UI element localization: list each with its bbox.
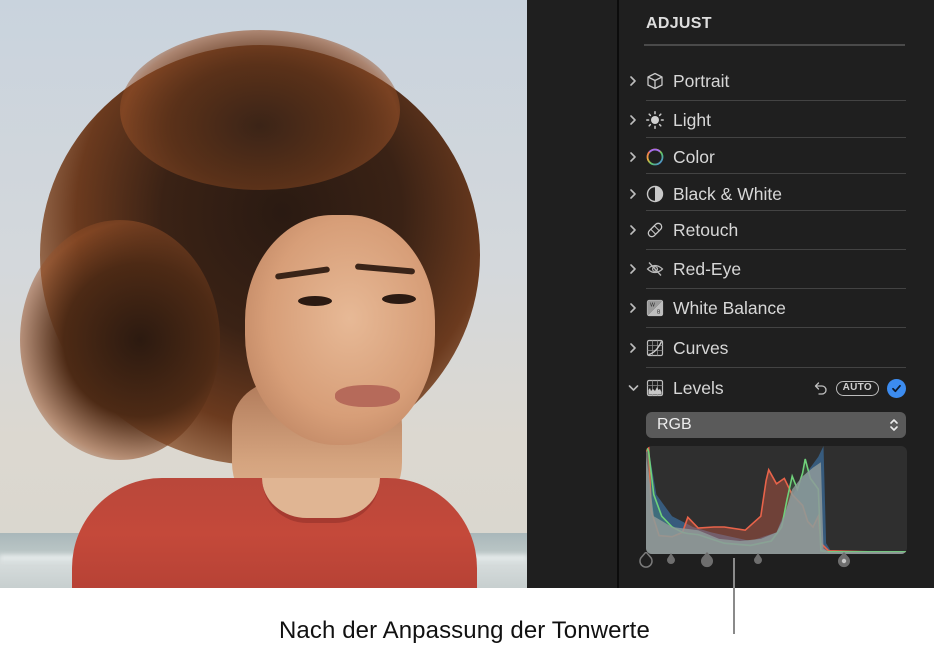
photo-lips (335, 385, 400, 407)
adjust-item-label: Levels (673, 377, 724, 398)
row-separator (646, 288, 906, 289)
white-balance-icon: W B (646, 299, 664, 317)
adjust-title-rule (644, 44, 905, 46)
levels-handle-white-point[interactable] (837, 552, 851, 568)
sun-icon (646, 111, 664, 129)
caption: Nach der Anpassung der Tonwerte (279, 617, 650, 644)
photo-hair-left (20, 220, 220, 460)
levels-handles (639, 552, 909, 572)
photo-canvas[interactable] (0, 0, 527, 588)
screenshot: ADJUST Portrait Light Color Black & Whit… (0, 0, 934, 588)
levels-handle-shadows[interactable] (666, 553, 676, 565)
curves-icon (646, 339, 664, 357)
row-separator (646, 367, 906, 368)
svg-text:B: B (657, 310, 661, 316)
levels-icon (646, 379, 664, 397)
photo-face (245, 215, 435, 445)
levels-enabled-toggle[interactable] (887, 378, 906, 398)
adjust-item-retouch[interactable]: Retouch (619, 212, 934, 248)
adjust-item-white-balance[interactable]: W B White Balance (619, 290, 934, 326)
levels-handle-highlights[interactable] (753, 553, 763, 565)
adjust-item-label: Curves (673, 337, 729, 358)
levels-handle-midtones[interactable] (700, 552, 714, 568)
adjust-item-label: Color (673, 146, 715, 167)
chevron-right-icon[interactable] (628, 113, 638, 127)
adjust-item-label: Portrait (673, 70, 730, 91)
chevron-right-icon[interactable] (628, 341, 638, 355)
channel-select-value: RGB (657, 416, 692, 433)
chevron-down-icon[interactable] (627, 381, 639, 395)
chevron-right-icon[interactable] (628, 223, 638, 237)
adjust-item-light[interactable]: Light (619, 102, 934, 138)
chevron-right-icon[interactable] (628, 187, 638, 201)
color-ring-icon (646, 148, 664, 166)
svg-text:W: W (650, 303, 655, 309)
row-separator (646, 210, 906, 211)
histogram-chart (646, 446, 907, 554)
canvas-margin (527, 0, 617, 588)
adjust-item-red-eye[interactable]: Red-Eye (619, 251, 934, 287)
chevron-right-icon[interactable] (628, 262, 638, 276)
levels-tools: AUTO (814, 378, 906, 398)
auto-button[interactable]: AUTO (835, 380, 879, 396)
checkmark-icon (892, 384, 901, 392)
adjust-item-levels[interactable]: Levels AUTO (619, 370, 934, 406)
updown-chevron-icon (890, 419, 898, 431)
row-separator (646, 137, 906, 138)
photo-eye-right (382, 294, 416, 304)
photo-hair-top (120, 30, 400, 190)
adjust-item-curves[interactable]: Curves (619, 330, 934, 366)
adjust-item-color[interactable]: Color (619, 139, 934, 175)
row-separator (646, 249, 906, 250)
adjust-title: ADJUST (646, 15, 712, 32)
adjust-item-portrait[interactable]: Portrait (619, 63, 934, 99)
cube-icon (647, 72, 663, 90)
photo-eye-left (298, 296, 332, 306)
undo-icon[interactable] (814, 381, 828, 395)
adjust-item-label: Light (673, 109, 711, 130)
half-circle-icon (646, 185, 664, 203)
channel-select[interactable]: RGB (646, 412, 906, 438)
adjust-item-label: Black & White (673, 183, 782, 204)
chevron-right-icon[interactable] (628, 301, 638, 315)
adjust-item-label: Red-Eye (673, 258, 742, 279)
chevron-right-icon[interactable] (628, 74, 638, 88)
adjust-item-black-white[interactable]: Black & White (619, 176, 934, 212)
adjust-item-label: White Balance (673, 297, 786, 318)
eye-slash-icon (646, 262, 664, 276)
adjust-item-label: Retouch (673, 219, 739, 240)
row-separator (646, 100, 906, 101)
chevron-right-icon[interactable] (628, 150, 638, 164)
levels-histogram[interactable] (646, 446, 907, 554)
row-separator (646, 173, 906, 174)
row-separator (646, 327, 906, 328)
bandage-icon (647, 222, 663, 238)
adjust-sidebar: ADJUST Portrait Light Color Black & Whit… (619, 0, 934, 588)
callout-line (733, 558, 735, 634)
levels-handle-black-point[interactable] (639, 552, 653, 568)
